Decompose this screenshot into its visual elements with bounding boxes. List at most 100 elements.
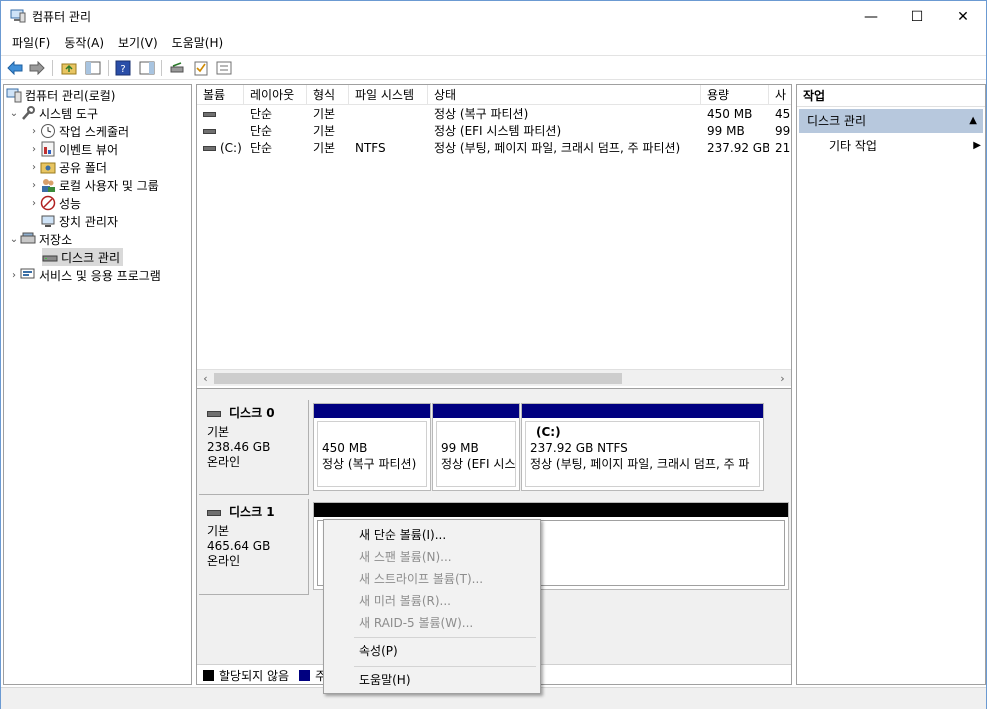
- up-folder-icon[interactable]: [60, 60, 77, 76]
- partition-info: 99 MB 정상 (EFI 시스: [436, 421, 516, 487]
- tree-item-label: 장치 관리자: [59, 214, 119, 229]
- tree-item-computer-management[interactable]: 컴퓨터 관리(로컬): [6, 86, 115, 104]
- column-header-volume[interactable]: 볼륨: [197, 85, 244, 105]
- menu-file[interactable]: 파일(F): [5, 32, 57, 54]
- chevron-down-icon[interactable]: ⌄: [8, 108, 20, 119]
- disk-icon: [207, 509, 221, 516]
- disk-connect-icon[interactable]: [168, 60, 185, 76]
- partition-c[interactable]: (C:) 237.92 GB NTFS 정상 (부팅, 페이지 파일, 크래시 …: [521, 403, 764, 491]
- minimize-button[interactable]: —: [848, 1, 894, 32]
- partition-recovery[interactable]: 450 MB 정상 (복구 파티션): [313, 403, 431, 491]
- menu-item-new-spanned-volume[interactable]: 새 스팬 볼륨(N)...: [326, 546, 538, 568]
- chevron-right-icon[interactable]: ›: [28, 180, 40, 191]
- chevron-right-icon[interactable]: ›: [8, 270, 20, 281]
- menu-view[interactable]: 보기(V): [111, 32, 165, 54]
- collapse-up-icon[interactable]: ▲: [969, 109, 977, 133]
- unallocated-bar: [314, 503, 788, 517]
- toolbar-separator: [161, 60, 162, 76]
- checklist-icon[interactable]: [192, 60, 209, 76]
- action-label: 기타 작업: [829, 139, 877, 153]
- computer-management-window: 컴퓨터 관리 — ☐ ✕ 파일(F) 동작(A) 보기(V) 도움말(H) ?: [0, 0, 987, 709]
- actions-section-disk-management[interactable]: 디스크 관리 ▲: [799, 109, 983, 133]
- menu-item-new-raid5-volume[interactable]: 새 RAID-5 볼륨(W)...: [326, 612, 538, 634]
- help-icon[interactable]: ?: [114, 60, 131, 76]
- computer-management-icon: [10, 9, 26, 23]
- scroll-left-icon[interactable]: ‹: [197, 370, 214, 387]
- disk-type: 기본: [207, 425, 230, 439]
- column-header-free-space[interactable]: 사: [769, 85, 791, 105]
- menu-item-new-striped-volume[interactable]: 새 스트라이프 볼륨(T)...: [326, 568, 538, 590]
- forward-icon[interactable]: [28, 60, 45, 76]
- partition-size: 450 MB: [322, 441, 368, 455]
- disk-size: 465.64 GB: [207, 539, 271, 553]
- column-header-file-system[interactable]: 파일 시스템: [349, 85, 428, 105]
- tree-item-device-manager[interactable]: 장치 관리자: [40, 212, 118, 230]
- column-header-status[interactable]: 상태: [428, 85, 701, 105]
- tree-item-system-tools[interactable]: ⌄ 시스템 도구: [8, 104, 98, 122]
- maximize-button[interactable]: ☐: [894, 1, 940, 32]
- menu-item-properties[interactable]: 속성(P): [326, 640, 538, 662]
- column-header-type[interactable]: 형식: [307, 85, 349, 105]
- menu-action[interactable]: 동작(A): [57, 32, 111, 54]
- partition-drive-letter: [441, 424, 511, 440]
- chevron-down-icon[interactable]: ⌄: [8, 234, 20, 245]
- tree-item-shared-folders[interactable]: › 공유 폴더: [28, 158, 107, 176]
- back-icon[interactable]: [6, 60, 23, 76]
- actions-header: 작업: [797, 85, 985, 107]
- disk-management-icon: [42, 249, 58, 265]
- action-more-actions[interactable]: 기타 작업 ▶: [829, 136, 981, 156]
- status-cell: 정상 (부팅, 페이지 파일, 크래시 덤프, 주 파티션): [434, 141, 681, 155]
- legend-swatch-unallocated: [203, 670, 214, 681]
- tree-item-label: 저장소: [39, 232, 73, 247]
- fs-cell: [349, 123, 428, 140]
- chevron-right-icon[interactable]: ›: [28, 144, 40, 155]
- tree-item-local-users-groups[interactable]: › 로컬 사용자 및 그룹: [28, 176, 159, 194]
- chevron-right-icon[interactable]: ›: [28, 198, 40, 209]
- close-button[interactable]: ✕: [940, 1, 986, 32]
- table-row[interactable]: 단순 기본 정상 (복구 파티션) 450 MB 45: [197, 106, 791, 123]
- show-hide-tree-icon[interactable]: [84, 60, 101, 76]
- tree-item-disk-management[interactable]: 디스크 관리: [42, 248, 124, 266]
- capacity-cell: 99 MB: [707, 124, 745, 138]
- toolbar-separator: [52, 60, 53, 76]
- menu-item-new-simple-volume[interactable]: 새 단순 볼륨(I)...: [326, 524, 538, 546]
- partition-info: (C:) 237.92 GB NTFS 정상 (부팅, 페이지 파일, 크래시 …: [525, 421, 760, 487]
- tree-item-services-applications[interactable]: › 서비스 및 응용 프로그램: [8, 266, 161, 284]
- chevron-right-icon[interactable]: ›: [28, 162, 40, 173]
- menu-item-new-mirrored-volume[interactable]: 새 미러 볼륨(R)...: [326, 590, 538, 612]
- window-title: 컴퓨터 관리: [32, 10, 92, 24]
- menu-help[interactable]: 도움말(H): [165, 32, 231, 54]
- properties-icon[interactable]: [215, 60, 232, 76]
- pane-splitter[interactable]: [197, 388, 791, 396]
- scroll-right-icon[interactable]: ›: [774, 370, 791, 387]
- type-cell: 기본: [313, 141, 336, 155]
- type-cell: 기본: [313, 107, 336, 121]
- volume-cell: [197, 106, 244, 123]
- svg-text:?: ?: [120, 64, 125, 75]
- volume-cell: (C:): [197, 140, 244, 157]
- tree-item-task-scheduler[interactable]: › 작업 스케줄러: [28, 122, 129, 140]
- tree-item-label: 공유 폴더: [59, 160, 107, 175]
- menu-separator: [354, 666, 536, 667]
- table-row[interactable]: (C:) 단순 기본 NTFS 정상 (부팅, 페이지 파일, 크래시 덤프, …: [197, 140, 791, 157]
- table-row[interactable]: 단순 기본 정상 (EFI 시스템 파티션) 99 MB 99: [197, 123, 791, 140]
- scrollbar-thumb[interactable]: [214, 373, 622, 384]
- chevron-right-icon[interactable]: ›: [28, 126, 40, 137]
- tree-item-storage[interactable]: ⌄ 저장소: [8, 230, 72, 248]
- horizontal-scrollbar[interactable]: ‹ ›: [197, 369, 791, 387]
- disk-1-label[interactable]: 디스크 1 기본 465.64 GB 온라인: [199, 499, 309, 595]
- tree-item-performance[interactable]: › 성능: [28, 194, 81, 212]
- column-header-layout[interactable]: 레이아웃: [244, 85, 307, 105]
- capacity-cell: 237.92 GB: [707, 141, 769, 155]
- tree-item-event-viewer[interactable]: › 이벤트 뷰어: [28, 140, 118, 158]
- computer-management-icon: [6, 87, 22, 103]
- free-cell: 45: [775, 107, 791, 121]
- context-menu: 새 단순 볼륨(I)... 새 스팬 볼륨(N)... 새 스트라이프 볼륨(T…: [323, 519, 541, 694]
- menu-item-help[interactable]: 도움말(H): [326, 669, 538, 691]
- show-hide-action-pane-icon[interactable]: [138, 60, 155, 76]
- drive-icon: [203, 129, 216, 134]
- disk-0-label[interactable]: 디스크 0 기본 238.46 GB 온라인: [199, 400, 309, 495]
- column-header-capacity[interactable]: 용량: [701, 85, 769, 105]
- submenu-arrow-icon: ▶: [973, 140, 981, 151]
- partition-efi[interactable]: 99 MB 정상 (EFI 시스: [432, 403, 520, 491]
